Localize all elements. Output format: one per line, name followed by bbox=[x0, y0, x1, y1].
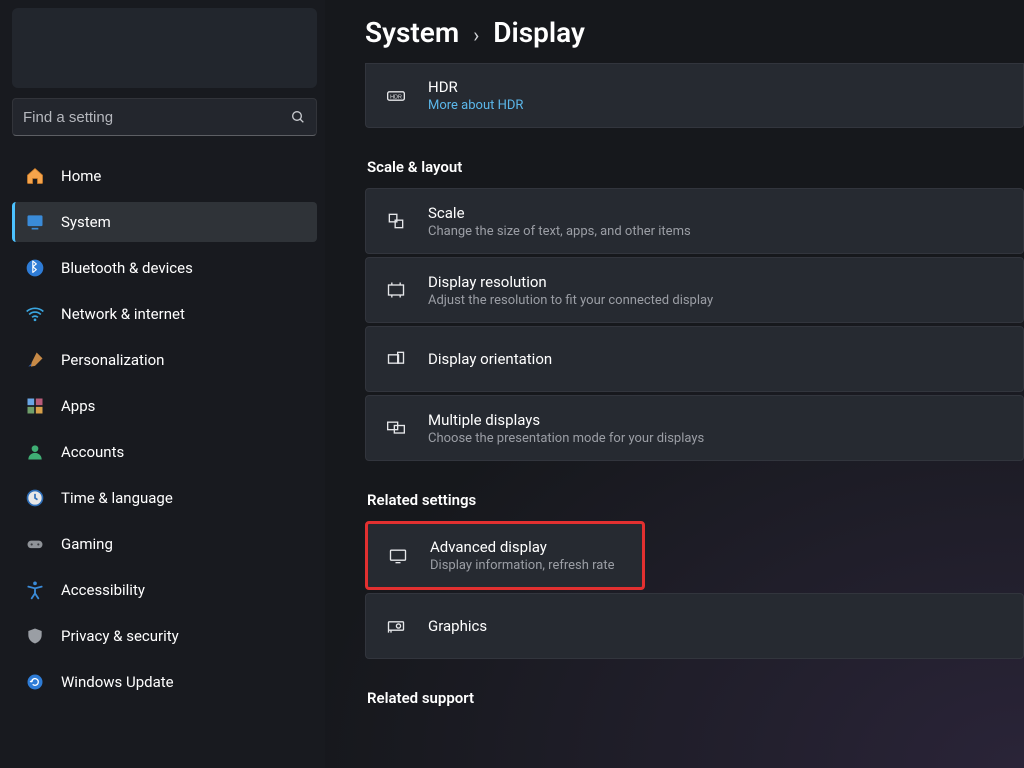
setting-card-orientation[interactable]: Display orientation bbox=[365, 326, 1024, 392]
setting-title: HDR bbox=[428, 78, 523, 96]
gpu-icon bbox=[384, 614, 408, 638]
sidebar-item-gaming[interactable]: Gaming bbox=[12, 524, 317, 564]
card-list-related: Advanced display Display information, re… bbox=[365, 521, 1024, 659]
sidebar-item-system[interactable]: System bbox=[12, 202, 317, 242]
breadcrumb-parent[interactable]: System bbox=[365, 16, 459, 49]
sidebar-item-time[interactable]: Time & language bbox=[12, 478, 317, 518]
sidebar-item-update[interactable]: Windows Update bbox=[12, 662, 317, 702]
sidebar-item-label: Apps bbox=[61, 397, 95, 415]
setting-title: Display orientation bbox=[428, 350, 552, 368]
brush-icon bbox=[25, 350, 45, 370]
sidebar-item-network[interactable]: Network & internet bbox=[12, 294, 317, 334]
setting-card-hdr[interactable]: HDR HDR More about HDR bbox=[365, 63, 1024, 128]
orientation-icon bbox=[384, 347, 408, 371]
svg-text:HDR: HDR bbox=[390, 94, 402, 100]
wifi-icon bbox=[25, 304, 45, 324]
setting-card-resolution[interactable]: Display resolution Adjust the resolution… bbox=[365, 257, 1024, 323]
setting-title: Graphics bbox=[428, 617, 487, 635]
section-heading-support: Related support bbox=[367, 689, 1024, 707]
search-icon bbox=[290, 109, 306, 125]
sidebar-item-bluetooth[interactable]: Bluetooth & devices bbox=[12, 248, 317, 288]
clock-icon bbox=[25, 488, 45, 508]
sidebar-item-apps[interactable]: Apps bbox=[12, 386, 317, 426]
home-icon bbox=[25, 166, 45, 186]
hdr-icon: HDR bbox=[384, 84, 408, 108]
sidebar-item-label: Time & language bbox=[61, 489, 173, 507]
sidebar-item-accounts[interactable]: Accounts bbox=[12, 432, 317, 472]
sidebar-item-label: Home bbox=[61, 167, 101, 185]
sidebar-item-label: Gaming bbox=[61, 535, 113, 553]
apps-icon bbox=[25, 396, 45, 416]
main-panel: System › Display HDR HDR More about HDR … bbox=[325, 0, 1024, 768]
setting-subtitle: Choose the presentation mode for your di… bbox=[428, 431, 704, 446]
multidisplay-icon bbox=[384, 416, 408, 440]
sidebar-item-label: Accounts bbox=[61, 443, 124, 461]
update-icon bbox=[25, 672, 45, 692]
resolution-icon bbox=[384, 278, 408, 302]
chevron-right-icon: › bbox=[473, 23, 479, 47]
sidebar-item-label: Accessibility bbox=[61, 581, 145, 599]
gamepad-icon bbox=[25, 534, 45, 554]
setting-subtitle: Adjust the resolution to fit your connec… bbox=[428, 293, 713, 308]
setting-card-advanced-display[interactable]: Advanced display Display information, re… bbox=[365, 521, 645, 590]
breadcrumb-current: Display bbox=[493, 16, 585, 49]
sidebar-item-personalization[interactable]: Personalization bbox=[12, 340, 317, 380]
accessibility-icon bbox=[25, 580, 45, 600]
setting-title: Display resolution bbox=[428, 273, 713, 291]
card-list-scale: Scale Change the size of text, apps, and… bbox=[365, 188, 1024, 461]
setting-title: Multiple displays bbox=[428, 411, 704, 429]
setting-title: Scale bbox=[428, 204, 691, 222]
user-profile-card[interactable] bbox=[12, 8, 317, 88]
section-heading-related: Related settings bbox=[367, 491, 1024, 509]
search-input[interactable] bbox=[23, 109, 290, 126]
setting-title: Advanced display bbox=[430, 538, 615, 556]
sidebar-item-label: Privacy & security bbox=[61, 627, 179, 645]
system-icon bbox=[25, 212, 45, 232]
sidebar-item-label: Windows Update bbox=[61, 673, 174, 691]
scale-icon bbox=[384, 209, 408, 233]
setting-card-graphics[interactable]: Graphics bbox=[365, 593, 1024, 659]
monitor-icon bbox=[386, 544, 410, 568]
setting-subtitle: Change the size of text, apps, and other… bbox=[428, 224, 691, 239]
sidebar-item-label: System bbox=[61, 213, 111, 231]
settings-app: Home System Bluetooth & devices Network … bbox=[0, 0, 1024, 768]
hdr-more-link[interactable]: More about HDR bbox=[428, 98, 523, 113]
sidebar: Home System Bluetooth & devices Network … bbox=[0, 0, 325, 768]
section-heading-scale: Scale & layout bbox=[367, 158, 1024, 176]
sidebar-item-label: Bluetooth & devices bbox=[61, 259, 193, 277]
setting-subtitle: Display information, refresh rate bbox=[430, 558, 615, 573]
shield-icon bbox=[25, 626, 45, 646]
setting-card-scale[interactable]: Scale Change the size of text, apps, and… bbox=[365, 188, 1024, 254]
sidebar-item-home[interactable]: Home bbox=[12, 156, 317, 196]
sidebar-item-label: Network & internet bbox=[61, 305, 185, 323]
sidebar-item-privacy[interactable]: Privacy & security bbox=[12, 616, 317, 656]
sidebar-item-accessibility[interactable]: Accessibility bbox=[12, 570, 317, 610]
bluetooth-icon bbox=[25, 258, 45, 278]
breadcrumb: System › Display bbox=[365, 16, 1024, 49]
person-icon bbox=[25, 442, 45, 462]
search-box[interactable] bbox=[12, 98, 317, 136]
sidebar-item-label: Personalization bbox=[61, 351, 164, 369]
sidebar-nav: Home System Bluetooth & devices Network … bbox=[8, 154, 321, 704]
setting-card-multiple-displays[interactable]: Multiple displays Choose the presentatio… bbox=[365, 395, 1024, 461]
